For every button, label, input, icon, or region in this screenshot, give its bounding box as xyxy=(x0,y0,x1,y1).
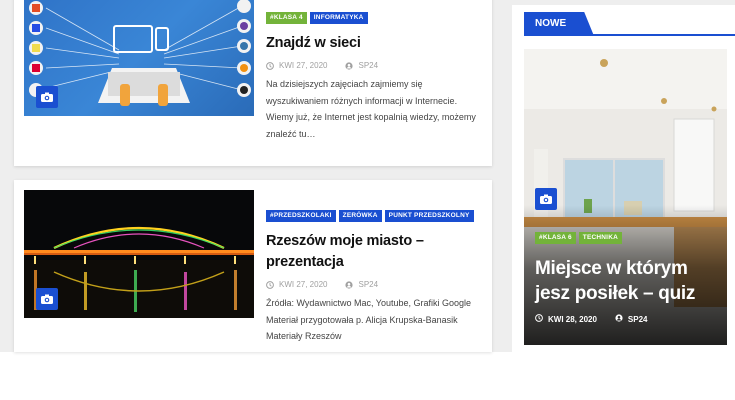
post-card: #PRZEDSZKOLAKI ZERÓWKA PUNKT PRZEDSZKOLN… xyxy=(14,180,492,352)
user-icon xyxy=(615,314,623,324)
post-excerpt: Na dzisiejszych zajęciach zajmiemy się w… xyxy=(266,79,476,139)
clock-icon xyxy=(535,314,543,324)
post-title[interactable]: Rzeszów moje miasto – prezentacja xyxy=(266,231,482,273)
tag-link[interactable]: TECHNIKA xyxy=(578,232,622,244)
tag-link[interactable]: ZERÓWKA xyxy=(338,210,382,222)
clock-icon xyxy=(266,61,274,70)
post-thumbnail[interactable] xyxy=(24,0,254,116)
post-content: #PRZEDSZKOLAKI ZERÓWKA PUNKT PRZEDSZKOLN… xyxy=(266,210,482,345)
post-meta: KWI 27, 2020 SP24 xyxy=(266,61,482,70)
post-author[interactable]: SP24 xyxy=(358,61,378,70)
post-thumbnail[interactable] xyxy=(24,190,254,318)
sidebar-widget: NOWE #KLASA 6 TECHNIKA Miejsce w którym … xyxy=(512,5,735,352)
widget-heading-bar: NOWE xyxy=(524,12,735,36)
post-content: #KLASA 4 INFORMATYKA Znajdź w sieci KWI … xyxy=(266,12,482,142)
post-tags: #PRZEDSZKOLAKI ZERÓWKA PUNKT PRZEDSZKOLN… xyxy=(266,210,482,222)
post-author[interactable]: SP24 xyxy=(358,280,378,289)
post-title[interactable]: Znajdź w sieci xyxy=(266,33,482,54)
clock-icon xyxy=(266,280,274,289)
featured-author[interactable]: SP24 xyxy=(628,315,648,324)
camera-icon[interactable] xyxy=(36,86,58,108)
featured-title[interactable]: Miejsce w którym jesz posiłek – quiz xyxy=(535,256,725,306)
camera-icon[interactable] xyxy=(535,188,557,210)
tag-link[interactable]: #KLASA 4 xyxy=(266,12,307,24)
user-icon xyxy=(345,280,354,289)
post-excerpt: Źródła: Wydawnictwo Mac, Youtube, Grafik… xyxy=(266,298,472,341)
post-date[interactable]: KWI 27, 2020 xyxy=(279,61,327,70)
internet-illustration xyxy=(29,0,251,106)
tag-link[interactable]: #KLASA 6 xyxy=(535,232,576,244)
featured-meta: KWI 28, 2020 SP24 xyxy=(535,314,648,324)
featured-tags: #KLASA 6 TECHNIKA xyxy=(535,232,622,244)
featured-date[interactable]: KWI 28, 2020 xyxy=(548,315,597,324)
post-card: #KLASA 4 INFORMATYKA Znajdź w sieci KWI … xyxy=(14,0,492,166)
post-date[interactable]: KWI 27, 2020 xyxy=(279,280,327,289)
featured-post[interactable]: #KLASA 6 TECHNIKA Miejsce w którym jesz … xyxy=(524,49,727,345)
tag-link[interactable]: INFORMATYKA xyxy=(309,12,368,24)
tag-link[interactable]: PUNKT PRZEDSZKOLNY xyxy=(384,210,474,222)
post-meta: KWI 27, 2020 SP24 xyxy=(266,280,482,289)
bridge-night-photo xyxy=(24,190,254,318)
user-icon xyxy=(345,61,354,70)
widget-heading: NOWE xyxy=(524,12,594,36)
camera-icon[interactable] xyxy=(36,288,58,310)
tag-link[interactable]: #PRZEDSZKOLAKI xyxy=(266,210,336,222)
post-tags: #KLASA 4 INFORMATYKA xyxy=(266,12,482,24)
